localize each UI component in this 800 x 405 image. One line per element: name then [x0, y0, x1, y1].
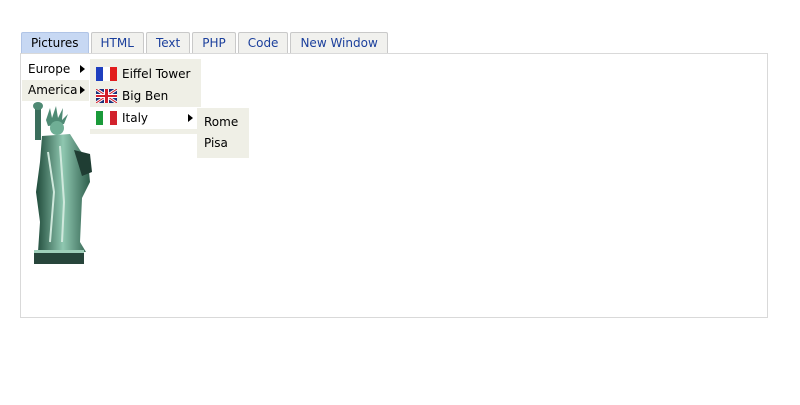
menu-item-pisa[interactable]: Pisa [197, 133, 249, 154]
menu-item-label: Rome [204, 115, 239, 129]
menu-item-label: America [28, 83, 78, 97]
menu-item-label: Big Ben [122, 89, 169, 103]
menu-item-america[interactable]: America [22, 80, 89, 101]
tab-bar: Pictures HTML Text PHP Code New Window [21, 32, 390, 54]
italy-submenu: Rome Pisa [197, 108, 249, 158]
menu-item-label: Europe [28, 62, 71, 76]
main-menu: Europe America [22, 59, 89, 101]
menu-item-eiffel-tower[interactable]: Eiffel Tower [90, 63, 201, 85]
uk-flag-icon [96, 88, 117, 103]
italy-flag-icon [96, 110, 117, 125]
europe-submenu: Eiffel Tower Big Ben Italy [90, 59, 201, 134]
submenu-arrow-icon [80, 86, 85, 94]
submenu-arrow-icon [80, 65, 85, 73]
menu-item-rome[interactable]: Rome [197, 112, 249, 133]
statue-of-liberty-image [33, 102, 92, 264]
menu-item-europe[interactable]: Europe [22, 59, 89, 80]
tab-pictures[interactable]: Pictures [21, 32, 89, 53]
france-flag-icon [96, 66, 117, 81]
submenu-arrow-icon [188, 114, 193, 122]
tab-code[interactable]: Code [237, 32, 289, 53]
menu-item-label: Italy [122, 111, 149, 125]
menu-item-big-ben[interactable]: Big Ben [90, 85, 201, 107]
tab-text[interactable]: Text [145, 32, 191, 53]
tab-new-window[interactable]: New Window [290, 32, 388, 53]
menu-item-italy[interactable]: Italy [90, 107, 201, 129]
menu-item-label: Eiffel Tower [122, 67, 191, 81]
tab-html[interactable]: HTML [90, 32, 144, 53]
tab-php[interactable]: PHP [192, 32, 236, 53]
menu-item-label: Pisa [204, 136, 228, 150]
